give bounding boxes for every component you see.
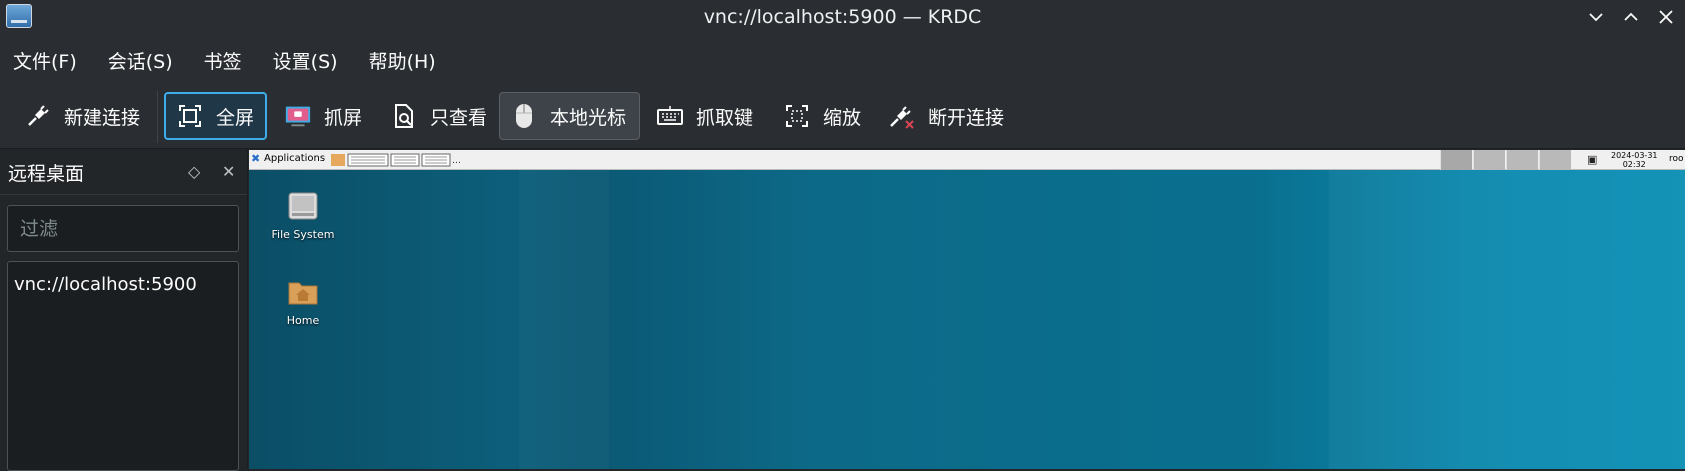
menu-session[interactable]: 会话(S) [108,47,173,74]
file-system-label: File System [271,228,335,241]
keyboard-icon [656,102,684,130]
close-panel-icon[interactable]: ✕ [222,162,235,181]
screenshot-label: 抓屏 [324,106,363,129]
scale-button[interactable]: 缩放 [773,92,871,140]
remote-desktop-view[interactable]: ✖ Applications ⋮ … ▣ 2024-03-31 02:32 ro… [249,150,1685,469]
app-icon[interactable] [6,4,32,28]
filter-field[interactable] [7,205,239,252]
minimize-icon[interactable] [1583,4,1609,30]
menu-file[interactable]: 文件(F) [13,47,77,74]
remote-desktop-background: File System Home [249,170,1685,469]
remote-desktop-list: vnc://localhost:5900 [7,261,239,471]
workspace-3[interactable] [1506,150,1538,170]
grab-keys-label: 抓取键 [696,106,754,129]
view-only-icon [390,102,418,130]
panel-clock[interactable]: 2024-03-31 02:32 [1611,151,1658,169]
taskbar-launchers[interactable]: … [331,153,466,170]
home-desktop-icon[interactable]: Home [263,276,343,327]
view-only-label: 只查看 [430,106,488,129]
workspace-4[interactable] [1539,150,1571,170]
xfce-logo-icon: ✖ [251,151,261,165]
menu-help[interactable]: 帮助(H) [369,47,436,74]
disconnect-label: 断开连接 [928,106,1005,129]
scale-label: 缩放 [823,106,862,129]
float-panel-icon[interactable]: ◇ [188,162,200,181]
clipboard-icon[interactable]: ▣ [1587,153,1597,166]
filter-input[interactable] [20,217,238,240]
maximize-icon[interactable] [1618,4,1644,30]
local-cursor-button[interactable]: 本地光标 [499,92,640,140]
screenshot-button[interactable]: 抓屏 [274,92,372,140]
drive-icon [287,190,319,222]
panel-header: 远程桌面 ◇ ✕ [0,150,247,195]
applications-menu[interactable]: ✖ Applications ⋮ [251,151,338,165]
remote-desktops-panel: 远程桌面 ◇ ✕ vnc://localhost:5900 [0,150,248,471]
grab-keys-button[interactable]: 抓取键 [646,92,763,140]
workspace-1[interactable] [1440,150,1472,170]
panel-user[interactable]: roo [1669,154,1684,164]
disconnect-button[interactable]: 断开连接 [878,92,1014,140]
local-cursor-label: 本地光标 [550,106,627,129]
toolbar-separator [157,91,158,143]
scale-icon [783,102,811,130]
mouse-icon [510,102,538,130]
new-connection-button[interactable]: 新建连接 [14,92,150,140]
clock-date: 2024-03-31 [1611,151,1658,160]
remote-top-panel: ✖ Applications ⋮ … ▣ 2024-03-31 02:32 ro… [249,150,1685,170]
workspace-2[interactable] [1473,150,1505,170]
fullscreen-icon [176,102,204,130]
applications-label: Applications [264,153,326,164]
title-bar: vnc://localhost:5900 — KRDC [0,0,1685,33]
screenshot-icon [284,102,312,130]
svg-text:…: … [452,156,461,166]
fullscreen-label: 全屏 [216,106,255,129]
menu-bar: 文件(F) 会话(S) 书签 设置(S) 帮助(H) [0,33,1685,87]
panel-title: 远程桌面 [8,162,85,185]
disconnect-icon [888,102,916,130]
window-title: vnc://localhost:5900 — KRDC [703,5,982,28]
new-connection-label: 新建连接 [64,106,141,129]
close-icon[interactable] [1653,4,1679,30]
file-system-desktop-icon[interactable]: File System [263,190,343,241]
clock-time: 02:32 [1622,160,1646,169]
menu-settings[interactable]: 设置(S) [273,47,338,74]
list-item[interactable]: vnc://localhost:5900 [14,274,232,295]
view-only-button[interactable]: 只查看 [380,92,497,140]
home-label: Home [286,314,320,327]
plug-icon [24,102,52,130]
menu-bookmarks[interactable]: 书签 [204,47,242,74]
home-folder-icon [287,276,319,308]
fullscreen-button[interactable]: 全屏 [164,92,267,140]
toolbar: 新建连接 全屏 抓屏 只查看 本地光标 抓取键 缩放 断开连接 [0,87,1685,149]
